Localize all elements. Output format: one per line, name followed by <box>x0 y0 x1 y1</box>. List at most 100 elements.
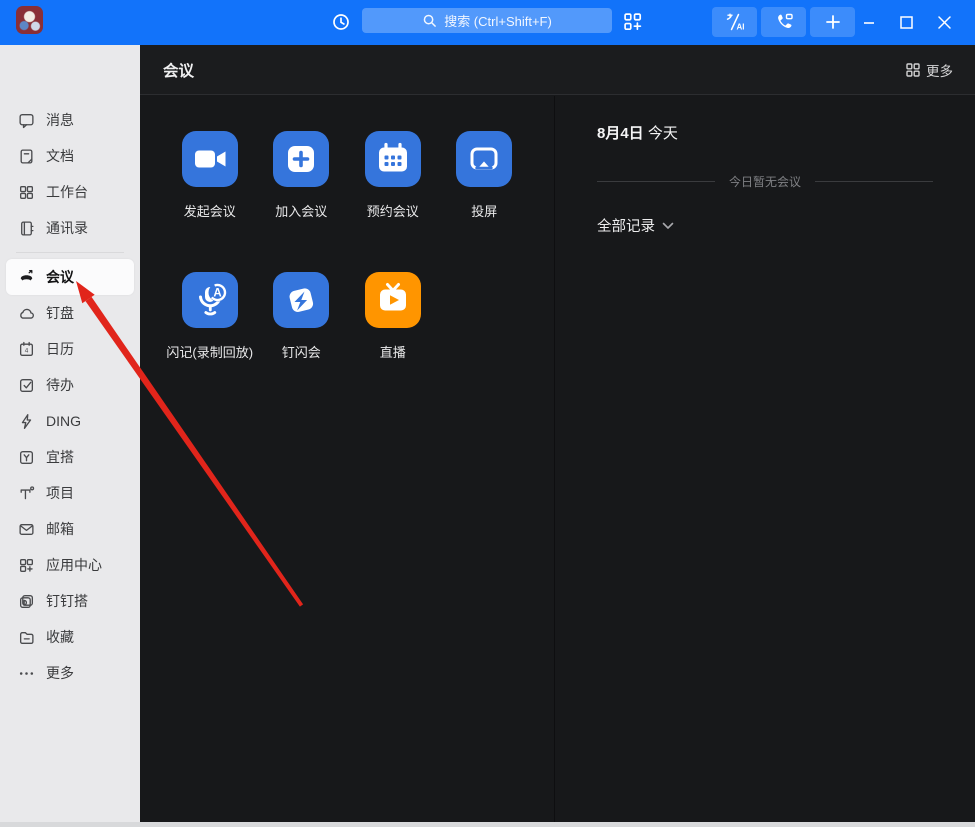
mail-icon <box>18 521 35 538</box>
today-schedule-panel: 8月4日 今天 今日暂无会议 全部记录 <box>555 96 975 822</box>
svg-text:4: 4 <box>25 347 29 354</box>
dingtalk-window: 搜索 (Ctrl+Shift+F) AI <box>0 0 975 827</box>
sidebar-item-label: 应用中心 <box>46 555 102 575</box>
tile-screen-cast[interactable]: 投屏 <box>439 131 531 220</box>
tile-live-stream[interactable]: 直播 <box>347 272 439 361</box>
tile-label: 加入会议 <box>275 201 327 220</box>
user-avatar[interactable] <box>16 6 43 34</box>
sidebar-item-ding[interactable]: DING <box>0 403 140 439</box>
contacts-icon <box>18 220 35 237</box>
minimize-button[interactable] <box>852 0 886 45</box>
no-meetings-divider: 今日暂无会议 <box>597 173 933 190</box>
sidebar-item-app-center[interactable]: 应用中心 <box>0 547 140 583</box>
sidebar-item-messages[interactable]: 消息 <box>0 102 140 138</box>
divider-line <box>815 181 933 182</box>
maximize-button[interactable] <box>889 0 923 45</box>
tile-schedule-meeting[interactable]: 预约会议 <box>347 131 439 220</box>
tile-label: 投屏 <box>471 201 497 220</box>
phone-meeting-icon <box>18 269 35 286</box>
grid-icon <box>18 184 35 201</box>
sidebar-item-drive[interactable]: 钉盘 <box>0 295 140 331</box>
sidebar-item-label: 消息 <box>46 110 74 130</box>
sidebar-item-project[interactable]: 项目 <box>0 475 140 511</box>
calendar-icon: 4 <box>18 341 35 358</box>
plus-square-icon <box>273 131 329 187</box>
new-window-plus-button[interactable] <box>810 7 855 37</box>
search-input[interactable]: 搜索 (Ctrl+Shift+F) <box>362 8 612 33</box>
more-ellipsis-icon <box>18 665 35 682</box>
tile-flash-meeting[interactable]: 钉闪会 <box>256 272 348 361</box>
sidebar-item-label: 通讯录 <box>46 218 88 238</box>
apps-add-icon[interactable] <box>622 11 644 33</box>
titlebar: 搜索 (Ctrl+Shift+F) AI <box>0 0 975 45</box>
date-today-label: 今天 <box>648 125 678 142</box>
tile-join-meeting[interactable]: 加入会议 <box>256 131 348 220</box>
cloud-drive-icon <box>18 305 35 322</box>
call-button[interactable] <box>761 7 806 37</box>
lightning-icon <box>18 413 35 430</box>
date-label: 8月4日 <box>597 125 644 142</box>
tile-label: 直播 <box>380 342 406 361</box>
history-icon[interactable] <box>330 11 352 33</box>
project-icon <box>18 485 35 502</box>
sidebar-item-label: DING <box>46 413 81 429</box>
header-more-button[interactable]: 更多 <box>906 60 953 80</box>
tile-label: 闪记(录制回放) <box>166 342 253 361</box>
sidebar-item-docs[interactable]: 文档 <box>0 138 140 174</box>
mic-record-icon: A <box>182 272 238 328</box>
all-records-label: 全部记录 <box>597 215 655 236</box>
tile-label: 预约会议 <box>367 201 419 220</box>
sidebar-item-label: 会议 <box>46 267 74 287</box>
video-camera-icon <box>182 131 238 187</box>
sidebar: 消息 文档 工作台 通讯录 <box>0 45 140 822</box>
tile-label: 发起会议 <box>184 201 236 220</box>
page-title: 会议 <box>163 59 194 81</box>
sidebar-item-calendar[interactable]: 4 日历 <box>0 331 140 367</box>
live-tv-icon <box>365 272 421 328</box>
screen-cast-icon <box>456 131 512 187</box>
sidebar-item-label: 宜搭 <box>46 447 74 467</box>
ai-translate-button[interactable]: AI <box>712 7 757 37</box>
app-center-icon <box>18 557 35 574</box>
header-more-label: 更多 <box>926 60 953 80</box>
meeting-actions-panel: 发起会议 加入会议 预约会议 <box>140 96 555 822</box>
date-row: 8月4日 今天 <box>597 122 933 143</box>
sidebar-item-label: 文档 <box>46 146 74 166</box>
tile-start-meeting[interactable]: 发起会议 <box>164 131 256 220</box>
sidebar-item-label: 项目 <box>46 483 74 503</box>
sidebar-item-label: 钉钉搭 <box>46 591 88 611</box>
meeting-content: 发起会议 加入会议 预约会议 <box>140 96 975 822</box>
flash-bolt-icon <box>273 272 329 328</box>
message-icon <box>18 112 35 129</box>
svg-text:AI: AI <box>736 23 744 32</box>
document-icon <box>18 148 35 165</box>
todo-check-icon <box>18 377 35 394</box>
sidebar-item-label: 收藏 <box>46 627 74 647</box>
sidebar-item-label: 工作台 <box>46 182 88 202</box>
sidebar-item-label: 邮箱 <box>46 519 74 539</box>
sidebar-item-workbench[interactable]: 工作台 <box>0 174 140 210</box>
close-button[interactable] <box>927 0 961 45</box>
chevron-down-icon <box>662 222 674 230</box>
sidebar-item-todo[interactable]: 待办 <box>0 367 140 403</box>
more-grid-icon <box>906 63 920 77</box>
sidebar-item-more[interactable]: 更多 <box>0 655 140 691</box>
all-records-dropdown[interactable]: 全部记录 <box>597 215 933 236</box>
sidebar-item-yida[interactable]: 宜搭 <box>0 439 140 475</box>
favorites-folder-icon <box>18 629 35 646</box>
yida-icon <box>18 449 35 466</box>
sidebar-item-label: 待办 <box>46 375 74 395</box>
dingtalk-build-icon <box>18 593 35 610</box>
sidebar-item-meeting[interactable]: 会议 <box>6 259 134 295</box>
tile-flash-record[interactable]: A 闪记(录制回放) <box>164 272 256 361</box>
meeting-page-header: 会议 更多 <box>140 45 975 95</box>
sidebar-item-dingtalk-build[interactable]: 钉钉搭 <box>0 583 140 619</box>
sidebar-item-label: 日历 <box>46 339 74 359</box>
sidebar-item-favorites[interactable]: 收藏 <box>0 619 140 655</box>
no-meetings-text: 今日暂无会议 <box>729 173 801 190</box>
search-icon <box>422 13 437 28</box>
sidebar-item-label: 更多 <box>46 663 74 683</box>
sidebar-item-contacts[interactable]: 通讯录 <box>0 210 140 246</box>
tile-label: 钉闪会 <box>282 342 321 361</box>
sidebar-item-mail[interactable]: 邮箱 <box>0 511 140 547</box>
